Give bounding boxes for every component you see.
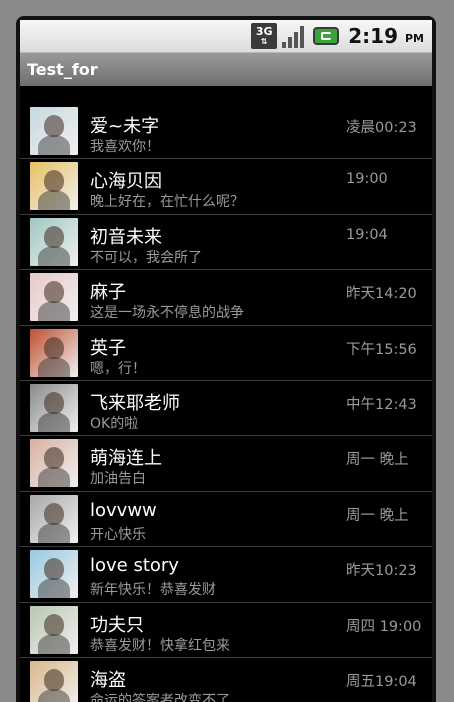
conversation-row[interactable]: 麻子 这是一场永不停息的战争 昨天14:20 xyxy=(20,270,432,326)
conversation-row[interactable]: 英子 嗯，行！ 下午15:56 xyxy=(20,326,432,381)
conversation-row[interactable]: 萌海连上 加油告白 周一 晚上 xyxy=(20,436,432,492)
contact-name: 英子 xyxy=(90,337,126,359)
message-time: 19:04 xyxy=(346,226,388,243)
contact-name: 海盗 xyxy=(90,669,126,691)
message-preview: 这是一场永不停息的战争 xyxy=(90,305,244,322)
clock-ampm: PM xyxy=(404,32,424,45)
message-preview: 嗯，行！ xyxy=(90,360,146,377)
conversation-row[interactable]: 心海贝因 晚上好在，在忙什么呢？ 19:00 xyxy=(20,159,432,215)
contact-avatar[interactable] xyxy=(30,383,78,432)
battery-charging-icon xyxy=(313,27,340,45)
message-time: 周一 晚上 xyxy=(346,452,409,469)
contact-name: lovvww xyxy=(90,499,157,521)
conversation-row[interactable]: 功夫只 恭喜发财！快拿红包来 周四 19:00 xyxy=(20,603,432,658)
phone-screen: 3G ⇅ 2:19 PM Test_for 爱~未字我喜欢你！ 凌晨00:23 心海… xyxy=(20,20,432,702)
contact-avatar[interactable] xyxy=(30,162,78,211)
message-time: 昨天10:23 xyxy=(346,563,417,580)
conversation-row[interactable]: 爱~未字我喜欢你！ 凌晨00:23 xyxy=(20,104,432,160)
network-label: 3G xyxy=(255,25,273,38)
message-time: 昨天14:20 xyxy=(346,286,417,303)
contact-avatar[interactable] xyxy=(30,660,78,702)
conversation-list[interactable]: 爱~未字我喜欢你！ 凌晨00:23 心海贝因 晚上好在，在忙什么呢？ 19:00 初音未来… xyxy=(20,104,432,702)
message-time: 19:00 xyxy=(346,171,388,188)
message-time: 周一 晚上 xyxy=(346,507,409,524)
message-preview: OK的啦 xyxy=(90,415,139,432)
message-preview: 新年快乐！恭喜发财 xyxy=(90,582,216,599)
message-time: 中午12:43 xyxy=(346,396,417,413)
message-preview: 不可以，我会所了 xyxy=(90,249,202,266)
conversation-row[interactable]: 海盗 命运的答案者改变不了 周五19:04 xyxy=(20,658,432,702)
message-preview: 我喜欢你！ xyxy=(90,139,160,155)
conversation-row[interactable]: lovvww 开心快乐 周一 晚上 xyxy=(20,492,432,548)
message-preview: 开心快乐 xyxy=(90,526,146,543)
message-time: 下午15:56 xyxy=(346,341,417,358)
contact-avatar[interactable] xyxy=(30,107,78,155)
contact-name: 飞来耶老师 xyxy=(90,392,180,414)
conversation-row[interactable]: love story 新年快乐！恭喜发财 昨天10:23 xyxy=(20,547,432,603)
message-time: 凌晨00:23 xyxy=(346,120,417,136)
3g-network-icon: 3G ⇅ xyxy=(251,23,278,49)
message-time: 周四 19:00 xyxy=(346,618,422,635)
contact-name: love story xyxy=(90,555,179,577)
contact-avatar[interactable] xyxy=(30,328,78,377)
conversation-row[interactable]: 飞来耶老师 OK的啦 中午12:43 xyxy=(20,381,432,437)
message-preview: 命运的答案者改变不了 xyxy=(90,692,230,702)
contact-avatar[interactable] xyxy=(30,273,78,322)
message-time: 周五19:04 xyxy=(346,673,417,690)
contact-name: 爱~未字 xyxy=(90,116,160,137)
status-bar: 3G ⇅ 2:19 PM xyxy=(20,20,432,53)
message-preview: 恭喜发财！快拿红包来 xyxy=(90,637,230,654)
app-title: Test_for xyxy=(27,60,98,79)
contact-avatar[interactable] xyxy=(30,605,78,654)
data-arrows-icon: ⇅ xyxy=(260,37,268,46)
message-preview: 晚上好在，在忙什么呢？ xyxy=(90,194,244,211)
contact-avatar[interactable] xyxy=(30,550,78,599)
clock-time: 2:19 xyxy=(348,24,398,48)
contact-name: 心海贝因 xyxy=(90,171,162,193)
contact-name: 初音未来 xyxy=(90,226,162,248)
contact-name: 萌海连上 xyxy=(90,448,162,470)
contact-avatar[interactable] xyxy=(30,217,78,266)
contact-name: 功夫只 xyxy=(90,614,144,636)
contact-name: 麻子 xyxy=(90,282,126,304)
message-preview: 加油告白 xyxy=(90,471,146,488)
signal-strength-icon xyxy=(282,23,308,49)
conversation-row[interactable]: 初音未来 不可以，我会所了 19:04 xyxy=(20,215,432,271)
contact-avatar[interactable] xyxy=(30,439,78,488)
contact-avatar[interactable] xyxy=(30,494,78,543)
app-title-bar: Test_for xyxy=(20,53,432,86)
